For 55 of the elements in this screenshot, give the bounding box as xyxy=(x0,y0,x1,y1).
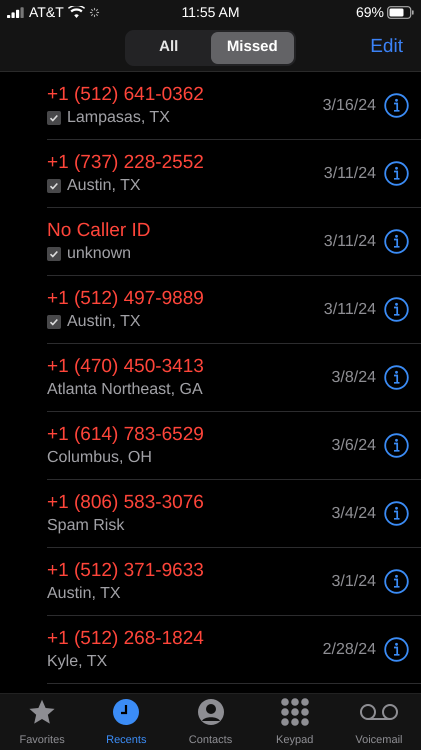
signal-icon xyxy=(7,6,25,18)
info-icon[interactable] xyxy=(384,161,409,186)
caller-name: +1 (512) 268-1824 xyxy=(47,626,205,650)
tab-bar-item[interactable]: Contacts xyxy=(168,694,253,750)
battery-icon xyxy=(387,6,414,18)
activity-icon xyxy=(88,6,100,18)
caller-name: +1 (806) 583-3076 xyxy=(47,490,205,514)
caller-name: +1 (512) 641-0362 xyxy=(47,82,205,106)
battery-percent: 69% xyxy=(356,2,384,22)
voicemail-icon xyxy=(358,702,399,720)
caller-name: +1 (512) 497-9889 xyxy=(47,286,205,310)
caller-location: Austin, TX xyxy=(67,176,141,196)
caller-location: unknown xyxy=(67,244,132,264)
caller-name: +1 (614) 783-6529 xyxy=(47,422,205,446)
tab-bar-item[interactable]: Recents xyxy=(84,694,168,750)
edit-button[interactable]: Edit xyxy=(370,33,403,62)
wifi-icon xyxy=(68,6,85,18)
caller-name: No Caller ID xyxy=(47,218,152,242)
info-icon[interactable] xyxy=(384,501,409,526)
caller-name: +1 (737) 228-2552 xyxy=(47,150,205,174)
tab-bar-item[interactable]: Keypad xyxy=(252,694,337,750)
clock-time: 11:55 AM xyxy=(181,2,240,22)
info-icon[interactable] xyxy=(384,297,409,322)
info-icon[interactable] xyxy=(384,433,409,458)
caller-location: Atlanta Northeast, GA xyxy=(47,380,203,400)
tab-bar-item[interactable]: Voicemail xyxy=(336,694,421,750)
caller-location: Spam Risk xyxy=(47,516,124,536)
caller-location: Austin, TX xyxy=(67,312,141,332)
segment-tab[interactable]: All xyxy=(127,32,210,64)
info-icon[interactable] xyxy=(384,637,409,662)
caller-location: Lampasas, TX xyxy=(67,108,170,128)
call-date: 3/8/24 xyxy=(332,368,376,388)
carrier-name: AT&T xyxy=(29,2,64,22)
call-date: 3/4/24 xyxy=(332,504,376,524)
tab-bar-item[interactable]: Favorites xyxy=(0,694,84,750)
keypad-icon xyxy=(280,698,309,726)
clock-icon xyxy=(112,698,140,726)
call-date: 3/16/24 xyxy=(322,96,376,116)
caller-location: Kyle, TX xyxy=(47,652,108,672)
info-icon[interactable] xyxy=(384,365,409,390)
call-date: 2/28/24 xyxy=(322,640,376,660)
info-icon[interactable] xyxy=(384,93,409,118)
call-date: 3/11/24 xyxy=(324,164,376,184)
call-date: 3/6/24 xyxy=(332,436,376,456)
call-date: 3/11/24 xyxy=(324,232,376,252)
caller-name: +1 (470) 450-3413 xyxy=(47,354,205,378)
info-icon[interactable] xyxy=(384,229,409,254)
info-icon[interactable] xyxy=(384,569,409,594)
person-icon xyxy=(196,698,224,726)
call-date: 3/11/24 xyxy=(324,300,376,320)
caller-location: Columbus, OH xyxy=(47,448,152,468)
call-date: 3/1/24 xyxy=(332,572,376,592)
segment-tab[interactable]: Missed xyxy=(210,32,294,64)
caller-location: Austin, TX xyxy=(47,584,121,604)
caller-name: +1 (512) 371-9633 xyxy=(47,558,205,582)
